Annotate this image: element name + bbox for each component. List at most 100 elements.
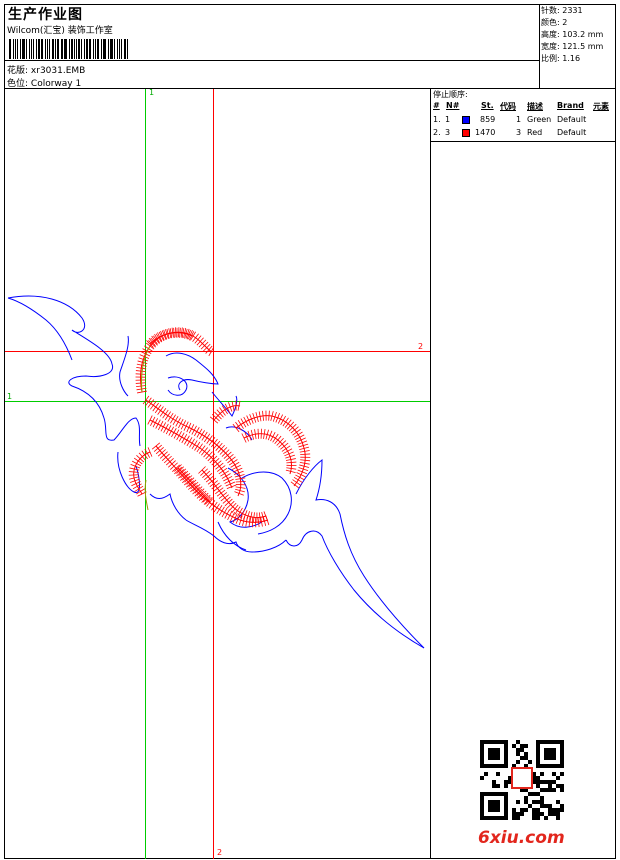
qr-finder (488, 800, 500, 812)
qr-module (516, 752, 520, 756)
qr-module (544, 816, 548, 820)
qr-module (560, 804, 564, 808)
qr-module (536, 784, 540, 788)
qr-module (556, 812, 560, 816)
stitch-mark (209, 416, 219, 424)
col-description: 描述 (527, 102, 543, 111)
qr-module (540, 796, 544, 800)
stitch-mark (222, 496, 231, 504)
qr-code-icon (480, 740, 564, 820)
embroidery-design (7, 295, 425, 649)
stitch-mark (207, 477, 217, 485)
qr-module (540, 788, 544, 792)
qr-module (528, 760, 532, 764)
info-width: 宽度: 121.5 mm (541, 42, 604, 51)
qr-module (552, 780, 556, 784)
qr-module (484, 772, 488, 776)
qr-module (536, 792, 540, 796)
col-brand: Brand (557, 101, 584, 110)
table-row: 2. 3 1470 3 Red Default (433, 128, 587, 137)
qr-module (548, 784, 552, 788)
stitch-mark (258, 512, 261, 523)
design-info: 针数: 2331 颜色: 2 高度: 103.2 mm 宽度: 121.5 mm… (541, 5, 616, 65)
stitch-mark (194, 335, 202, 344)
col-stitches: St. (481, 101, 494, 110)
qr-module (552, 808, 556, 812)
qr-module (548, 788, 552, 792)
qr-module (504, 780, 508, 784)
qr-module (520, 812, 524, 816)
qr-module (524, 752, 528, 756)
qr-module (480, 776, 484, 780)
qr-module (540, 772, 544, 776)
qr-module (532, 808, 536, 812)
qr-module (524, 744, 528, 748)
stop-sequence-title: 停止顺序: (433, 90, 468, 99)
stitch-mark (203, 449, 211, 458)
qr-module (492, 780, 496, 784)
info-scale: 比例: 1.16 (541, 54, 581, 63)
stitch-mark (248, 517, 251, 528)
stitch-mark (257, 428, 259, 439)
qr-module (528, 792, 532, 796)
qr-module (548, 808, 552, 812)
panel-divider (430, 88, 431, 859)
green-outline-stitches (141, 345, 151, 511)
qr-module (540, 800, 544, 804)
stitch-mark (213, 440, 221, 450)
info-height: 高度: 103.2 mm (541, 30, 604, 39)
color-swatch (462, 116, 470, 124)
qr-module (492, 784, 496, 788)
qr-module (516, 740, 520, 744)
qr-module (552, 812, 556, 816)
qr-module (560, 784, 564, 788)
qr-module (556, 776, 560, 780)
qr-module (532, 812, 536, 816)
qr-module (560, 772, 564, 776)
qr-module (528, 804, 532, 808)
qr-module (536, 800, 540, 804)
stitch-mark (205, 475, 215, 483)
qr-module (556, 784, 560, 788)
stitch-mark (135, 382, 146, 384)
qr-module (556, 800, 560, 804)
col-index: # (433, 101, 440, 110)
red-guide-label-bottom: 2 (217, 848, 223, 857)
qr-module (552, 788, 556, 792)
col-needle: N# (446, 101, 460, 110)
color-swatch (462, 129, 470, 137)
info-divider (539, 4, 540, 88)
stitch-mark (151, 442, 161, 450)
qr-module (516, 760, 520, 764)
stitch-mark (201, 447, 208, 456)
qr-module (520, 744, 524, 748)
qr-module (540, 812, 544, 816)
qr-module (516, 748, 520, 752)
qr-module (512, 812, 516, 816)
info-stitches: 针数: 2331 (541, 6, 583, 15)
qr-module (536, 780, 540, 784)
qr-module (536, 816, 540, 820)
qr-module (536, 776, 540, 780)
qr-module (532, 792, 536, 796)
stitch-mark (179, 327, 181, 338)
stitch-mark (173, 327, 175, 338)
info-colors: 颜色: 2 (541, 18, 568, 27)
stitch-mark (135, 370, 146, 373)
qr-module (540, 780, 544, 784)
qr-module (496, 772, 500, 776)
stitch-mark (252, 512, 255, 523)
table-row: 1. 1 859 1 Green Default (433, 115, 587, 124)
qr-module (520, 748, 524, 752)
qr-finder (544, 748, 556, 760)
qr-module (504, 784, 508, 788)
stitch-mark (300, 453, 311, 456)
stitch-mark (128, 474, 139, 476)
qr-module (532, 816, 536, 820)
qr-module (520, 808, 524, 812)
qr-module (516, 800, 520, 804)
col-element: 元素 (593, 102, 609, 111)
stitch-mark (286, 461, 297, 464)
qr-module (524, 808, 528, 812)
qr-module (540, 804, 544, 808)
